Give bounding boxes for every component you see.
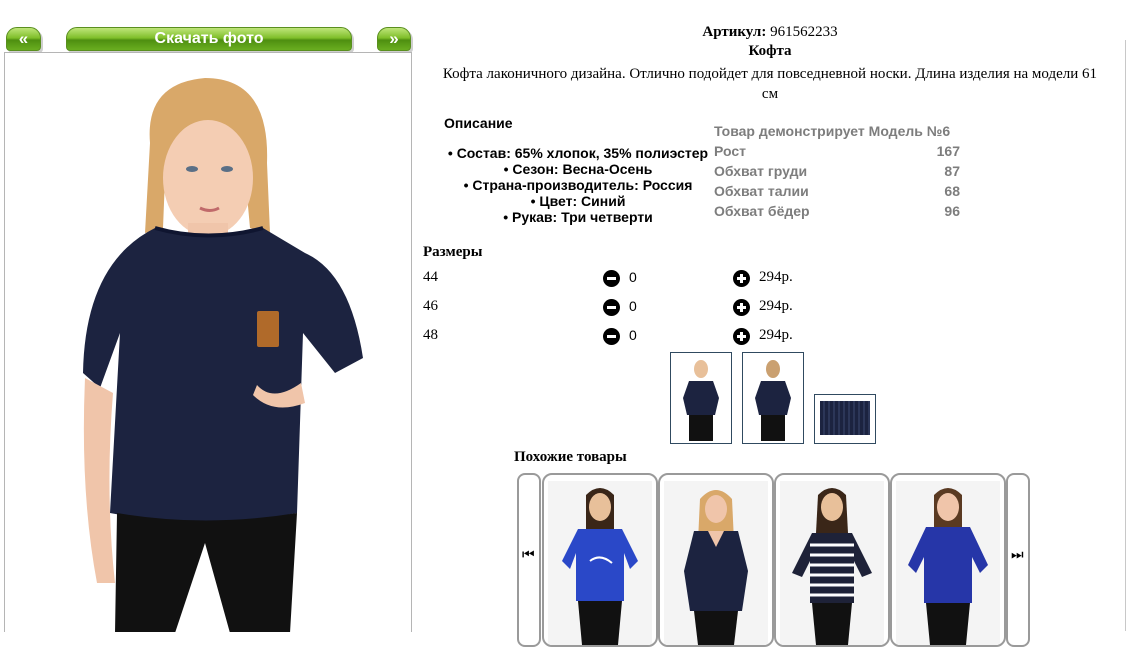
- download-label: Скачать фото: [154, 30, 264, 47]
- size-row: 48 0 294р.: [423, 327, 803, 347]
- description-line-1: Кофта лаконичного дизайна. Отлично подой…: [442, 66, 1098, 82]
- minus-icon[interactable]: [603, 328, 620, 345]
- download-photo-button[interactable]: Скачать фото: [66, 27, 352, 51]
- similar-product-card[interactable]: [542, 473, 658, 647]
- thumbnail-image: [683, 360, 719, 441]
- similar-product-card[interactable]: [658, 473, 774, 647]
- size-label: 46: [423, 298, 438, 314]
- main-product-photo: [4, 52, 412, 632]
- carousel-prev-button[interactable]: ⏮: [517, 473, 541, 647]
- next-label: »: [389, 29, 399, 48]
- product-title: Кофта: [748, 43, 792, 59]
- similar-product-image: [896, 481, 1000, 645]
- description-item: • Состав: 65% хлопок, 35% полиэстер: [447, 145, 709, 161]
- param-row: Обхват талии 68: [714, 183, 960, 199]
- param-row: Обхват груди 87: [714, 163, 960, 179]
- thumbnail-back[interactable]: [742, 352, 804, 444]
- thumbnail-fabric[interactable]: [814, 394, 876, 444]
- right-border: [1125, 40, 1126, 631]
- similar-product-card[interactable]: [890, 473, 1006, 647]
- description-item: • Страна-производитель: Россия: [463, 177, 693, 193]
- quantity-value: 0: [629, 269, 637, 285]
- first-page-icon: ⏮: [522, 547, 535, 563]
- prev-photo-button[interactable]: «: [6, 27, 41, 51]
- price-value: 294р.: [759, 269, 793, 285]
- description-heading: Описание: [444, 115, 513, 131]
- plus-icon[interactable]: [733, 299, 750, 316]
- quantity-value: 0: [629, 327, 637, 343]
- price-value: 294р.: [759, 327, 793, 343]
- minus-icon[interactable]: [603, 299, 620, 316]
- prev-label: «: [18, 29, 29, 48]
- sizes-heading: Размеры: [423, 244, 483, 260]
- plus-icon[interactable]: [733, 270, 750, 287]
- fabric-swatch: [820, 401, 870, 435]
- article-label: Артикул:: [702, 24, 767, 40]
- similar-product-illustration: [908, 488, 988, 645]
- carousel-next-button[interactable]: ⏭: [1006, 473, 1030, 647]
- plus-icon[interactable]: [733, 328, 750, 345]
- last-page-icon: ⏭: [1011, 547, 1024, 563]
- description-item: • Сезон: Весна-Осень: [503, 161, 653, 177]
- similar-product-card[interactable]: [774, 473, 890, 647]
- size-row: 44 0 294р.: [423, 269, 803, 289]
- model-title: Товар демонстрирует Модель №6: [714, 123, 951, 139]
- thumbnail-front[interactable]: [670, 352, 732, 444]
- similar-product-illustration: [792, 488, 872, 645]
- similar-product-image: [664, 481, 768, 645]
- description-item: • Рукав: Три четверти: [503, 209, 653, 225]
- article-line: Артикул: 961562233: [580, 24, 960, 41]
- description-line-2: см: [761, 86, 779, 102]
- next-photo-button[interactable]: »: [377, 27, 411, 51]
- similar-product-image: [548, 481, 652, 645]
- size-row: 46 0 294р.: [423, 298, 803, 318]
- description-list: • Состав: 65% хлопок, 35% полиэстер • Се…: [440, 145, 716, 225]
- quantity-value: 0: [629, 298, 637, 314]
- product-description: Кофта лаконичного дизайна. Отлично подой…: [414, 64, 1126, 104]
- param-row: Обхват бёдер 96: [714, 203, 960, 219]
- model-illustration: [83, 78, 363, 632]
- description-item: • Цвет: Синий: [530, 193, 626, 209]
- model-params: Товар демонстрирует Модель №6 Рост 167 Об…: [714, 121, 960, 221]
- similar-product-illustration: [562, 488, 638, 645]
- similar-product-image: [780, 481, 884, 645]
- similar-product-illustration: [684, 490, 748, 645]
- minus-icon[interactable]: [603, 270, 620, 287]
- price-value: 294р.: [759, 298, 793, 314]
- article-value: 961562233: [770, 24, 838, 40]
- size-label: 44: [423, 269, 438, 285]
- similar-heading: Похожие товары: [514, 449, 627, 465]
- param-row: Рост 167: [714, 143, 960, 159]
- thumbnail-image: [755, 360, 791, 441]
- size-label: 48: [423, 327, 438, 343]
